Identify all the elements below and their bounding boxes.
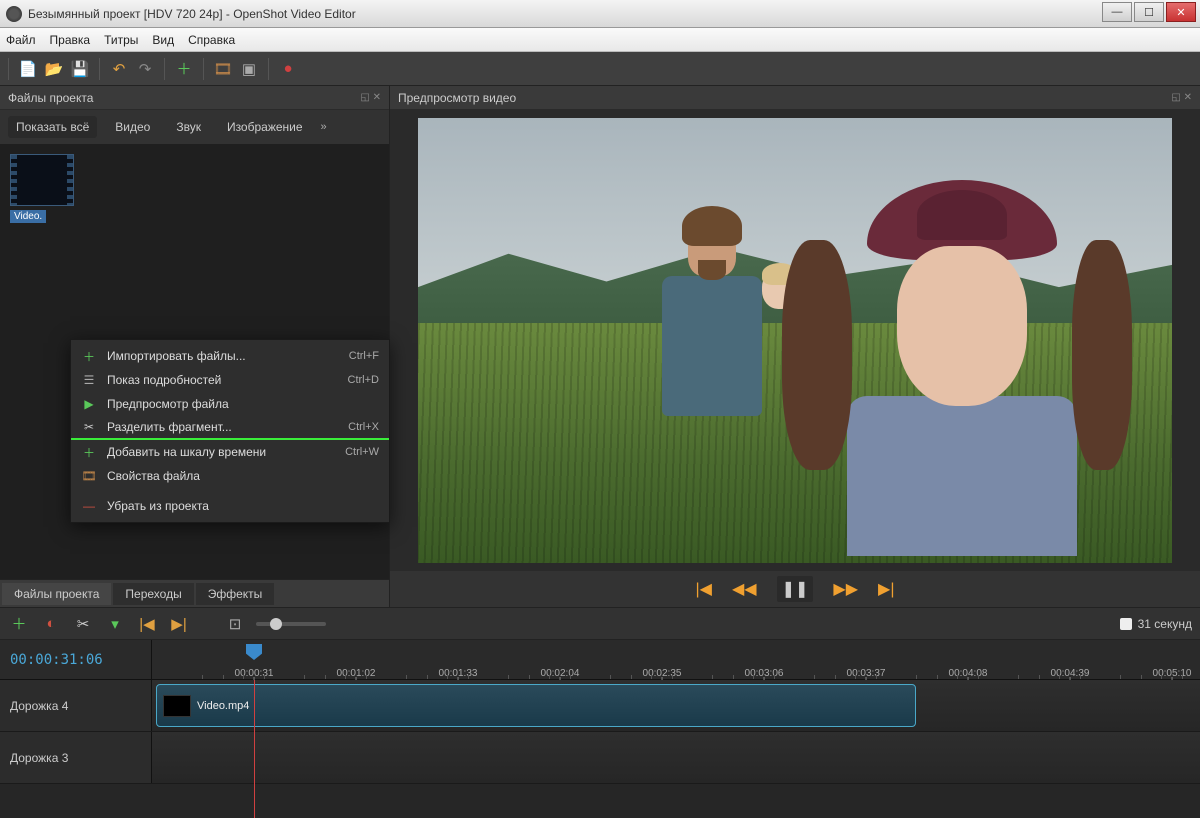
scissors-icon: ✂ (81, 420, 97, 434)
film-icon: 🎞 (81, 469, 97, 483)
menu-file[interactable]: Файл (6, 33, 36, 47)
minus-icon: — (81, 499, 97, 513)
preview-panel: Предпросмотр видео ◱ ✕ |◀ ◀◀ ❚❚ ▶▶ ▶| (390, 86, 1200, 607)
video-preview (390, 110, 1200, 571)
panel-dock-controls[interactable]: ◱ ✕ (360, 92, 381, 103)
track-3: Дорожка 3 (0, 732, 1200, 784)
playhead-line (254, 680, 255, 818)
panel-dock-controls[interactable]: ◱ ✕ (1171, 92, 1192, 103)
menu-bar: Файл Правка Титры Вид Справка (0, 28, 1200, 52)
ctx-remove[interactable]: — Убрать из проекта (71, 494, 389, 518)
menu-view[interactable]: Вид (152, 33, 174, 47)
timeline-tracks: Дорожка 4 Video.mp4 Дорожка 3 (0, 680, 1200, 818)
track-4-label[interactable]: Дорожка 4 (0, 680, 152, 731)
track-3-label[interactable]: Дорожка 3 (0, 732, 152, 783)
ruler-tick: 00:04:39 (1051, 668, 1090, 679)
menu-edit[interactable]: Правка (50, 33, 91, 47)
redo-button[interactable]: ↷ (134, 58, 156, 80)
ruler-tick: 00:05:10 (1153, 668, 1192, 679)
next-marker-button[interactable]: ▶| (168, 613, 190, 635)
filter-image[interactable]: Изображение (219, 116, 311, 138)
filter-show-all[interactable]: Показать всё (8, 116, 97, 138)
ruler-tick: 00:03:37 (847, 668, 886, 679)
list-icon: ☰ (81, 373, 97, 387)
playhead-marker[interactable] (246, 644, 262, 660)
pause-button[interactable]: ❚❚ (777, 576, 814, 602)
filter-audio[interactable]: Звук (168, 116, 209, 138)
preview-frame (418, 118, 1172, 563)
project-files-title: Файлы проекта (8, 91, 93, 105)
profile-button[interactable]: 🎞 (212, 58, 234, 80)
ruler-tick: 00:03:06 (745, 668, 784, 679)
export-button[interactable]: ● (277, 58, 299, 80)
timeline-panel: ＋ ◐ ✂ ▾ |◀ ▶| ⊡ 31 секунд 00:00:31:06 00… (0, 608, 1200, 818)
marker-button[interactable]: ▾ (104, 613, 126, 635)
ruler-tick: 00:00:31 (235, 668, 274, 679)
plus-icon: ＋ (81, 348, 97, 365)
import-button[interactable]: ＋ (173, 58, 195, 80)
add-track-button[interactable]: ＋ (8, 613, 30, 635)
menu-help[interactable]: Справка (188, 33, 235, 47)
close-button[interactable]: ✕ (1166, 2, 1196, 22)
project-files-area[interactable]: Video. ＋ Импортировать файлы... Ctrl+F ☰… (0, 144, 389, 579)
project-files-panel: Файлы проекта ◱ ✕ Показать всё Видео Зву… (0, 86, 390, 607)
ruler-tick: 00:02:35 (643, 668, 682, 679)
undo-button[interactable]: ↶ (108, 58, 130, 80)
new-project-button[interactable]: 📄 (17, 58, 39, 80)
zoom-label: 31 секунд (1138, 617, 1192, 631)
preview-title: Предпросмотр видео (398, 91, 516, 105)
plus-icon: ＋ (81, 444, 97, 461)
panel-tabs: Файлы проекта Переходы Эффекты (0, 579, 389, 607)
razor-button[interactable]: ✂ (72, 613, 94, 635)
timeline-ruler[interactable]: 00:00:31:06 00:00:31 00:01:02 00:01:33 00:0… (0, 640, 1200, 680)
open-project-button[interactable]: 📂 (43, 58, 65, 80)
tab-transitions[interactable]: Переходы (113, 583, 193, 605)
play-icon: ▶ (81, 397, 97, 411)
timeline-toolbar: ＋ ◐ ✂ ▾ |◀ ▶| ⊡ 31 секунд (0, 608, 1200, 640)
ruler-tick: 00:01:33 (439, 668, 478, 679)
ctx-preview[interactable]: ▶ Предпросмотр файла (71, 392, 389, 416)
fullscreen-button[interactable]: ▣ (238, 58, 260, 80)
rewind-button[interactable]: ◀◀ (732, 579, 757, 599)
center-playhead-button[interactable]: ⊡ (224, 613, 246, 635)
ctx-properties[interactable]: 🎞 Свойства файла (71, 464, 389, 488)
zoom-slider[interactable] (256, 622, 326, 626)
minimize-button[interactable]: — (1102, 2, 1132, 22)
zoom-indicator-icon (1120, 618, 1132, 630)
skip-start-button[interactable]: |◀ (696, 579, 712, 599)
ctx-add-timeline[interactable]: ＋ Добавить на шкалу времени Ctrl+W (71, 440, 389, 464)
ruler-tick: 00:01:02 (337, 668, 376, 679)
main-toolbar: 📄 📂 💾 ↶ ↷ ＋ 🎞 ▣ ● (0, 52, 1200, 86)
prev-marker-button[interactable]: |◀ (136, 613, 158, 635)
clip-thumbnail-icon (163, 695, 191, 717)
track-4: Дорожка 4 Video.mp4 (0, 680, 1200, 732)
ruler-tick: 00:02:04 (541, 668, 580, 679)
window-title: Безымянный проект [HDV 720 24p] - OpenSh… (28, 7, 356, 21)
maximize-button[interactable]: ☐ (1134, 2, 1164, 22)
menu-titles[interactable]: Титры (104, 33, 138, 47)
save-project-button[interactable]: 💾 (69, 58, 91, 80)
track-4-body[interactable]: Video.mp4 (152, 680, 1200, 731)
tab-project-files[interactable]: Файлы проекта (2, 583, 111, 605)
clip-name: Video.mp4 (197, 700, 249, 712)
filter-more-icon[interactable]: » (321, 121, 327, 133)
app-icon (6, 6, 22, 22)
ctx-split[interactable]: ✂ Разделить фрагмент... Ctrl+X (71, 416, 389, 440)
timecode-display: 00:00:31:06 (0, 640, 152, 679)
ruler-tick: 00:04:08 (949, 668, 988, 679)
playback-controls: |◀ ◀◀ ❚❚ ▶▶ ▶| (390, 571, 1200, 607)
window-titlebar: Безымянный проект [HDV 720 24p] - OpenSh… (0, 0, 1200, 28)
tab-effects[interactable]: Эффекты (196, 583, 275, 605)
forward-button[interactable]: ▶▶ (833, 579, 858, 599)
clip-label: Video. (10, 210, 46, 223)
skip-end-button[interactable]: ▶| (878, 579, 894, 599)
filter-video[interactable]: Видео (107, 116, 158, 138)
ctx-import[interactable]: ＋ Импортировать файлы... Ctrl+F (71, 344, 389, 368)
timeline-clip[interactable]: Video.mp4 (156, 684, 916, 727)
track-3-body[interactable] (152, 732, 1200, 783)
snap-button[interactable]: ◐ (40, 613, 62, 635)
ctx-details[interactable]: ☰ Показ подробностей Ctrl+D (71, 368, 389, 392)
context-menu: ＋ Импортировать файлы... Ctrl+F ☰ Показ … (70, 339, 390, 523)
clip-thumbnail[interactable] (10, 154, 74, 206)
